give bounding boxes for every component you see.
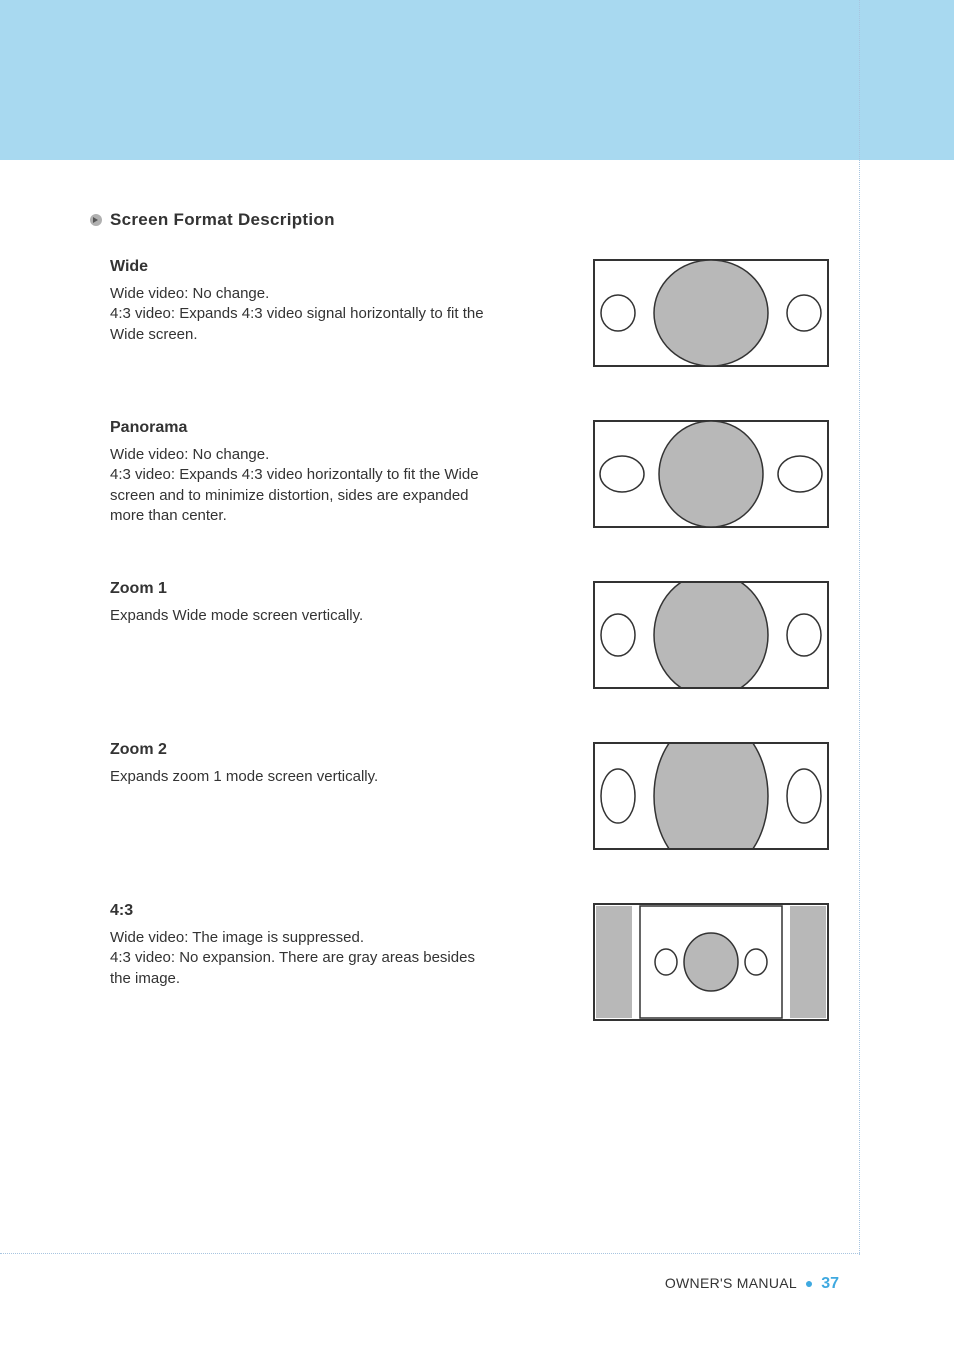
format-heading: Wide xyxy=(110,258,490,276)
format-heading: Zoom 1 xyxy=(110,580,490,598)
format-wide: Wide Wide video: No change.4:3 video: Ex… xyxy=(90,258,850,373)
diagram-wide xyxy=(592,258,830,373)
format-heading: 4:3 xyxy=(110,902,490,920)
format-text: Zoom 1 Expands Wide mode screen vertical… xyxy=(90,580,490,626)
format-43: 4:3 Wide video: The image is suppressed.… xyxy=(90,902,850,1027)
diagram-43 xyxy=(592,902,830,1027)
diagram-zoom2 xyxy=(592,741,830,856)
vertical-rule xyxy=(859,0,860,1255)
header-banner xyxy=(0,0,954,160)
format-desc: Wide video: No change.4:3 video: Expands… xyxy=(110,445,490,526)
play-bullet-icon xyxy=(90,214,102,226)
section-title: Screen Format Description xyxy=(110,210,335,230)
page-footer: OWNER'S MANUAL ● 37 xyxy=(665,1275,839,1293)
content-area: Screen Format Description Wide Wide vide… xyxy=(0,160,850,1027)
diagram-panorama xyxy=(592,419,830,534)
horizontal-rule xyxy=(0,1253,860,1254)
footer-separator-icon: ● xyxy=(801,1275,817,1291)
section-title-row: Screen Format Description xyxy=(90,210,850,230)
footer-label: OWNER'S MANUAL xyxy=(665,1275,797,1291)
format-desc: Expands Wide mode screen vertically. xyxy=(110,606,490,626)
format-text: Panorama Wide video: No change.4:3 video… xyxy=(90,419,490,526)
format-desc: Wide video: No change.4:3 video: Expands… xyxy=(110,284,490,345)
format-zoom2: Zoom 2 Expands zoom 1 mode screen vertic… xyxy=(90,741,850,856)
format-text: Zoom 2 Expands zoom 1 mode screen vertic… xyxy=(90,741,490,787)
format-text: 4:3 Wide video: The image is suppressed.… xyxy=(90,902,490,989)
diagram-zoom1 xyxy=(592,580,830,695)
format-zoom1: Zoom 1 Expands Wide mode screen vertical… xyxy=(90,580,850,695)
page-number: 37 xyxy=(821,1275,839,1292)
format-heading: Panorama xyxy=(110,419,490,437)
format-desc: Wide video: The image is suppressed.4:3 … xyxy=(110,928,490,989)
format-text: Wide Wide video: No change.4:3 video: Ex… xyxy=(90,258,490,345)
format-panorama: Panorama Wide video: No change.4:3 video… xyxy=(90,419,850,534)
format-desc: Expands zoom 1 mode screen vertically. xyxy=(110,767,490,787)
format-heading: Zoom 2 xyxy=(110,741,490,759)
